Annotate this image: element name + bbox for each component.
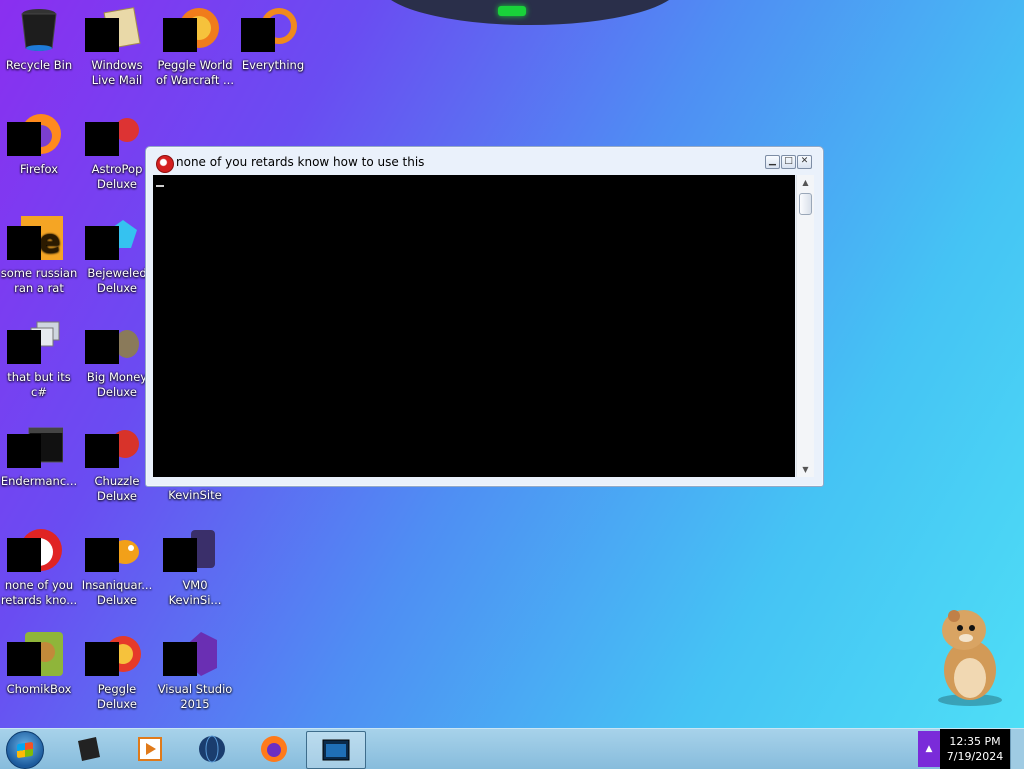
svg-text:e: e: [39, 222, 61, 260]
chomikbox-icon: [7, 630, 63, 678]
desktop-icon-windows-live-mail[interactable]: Windows Live Mail: [78, 6, 156, 88]
globe-icon: [199, 735, 225, 763]
vm-icon: [163, 526, 219, 574]
icon-label: Visual Studio 2015: [157, 682, 233, 711]
console-window[interactable]: none of you retards know how to use this…: [145, 146, 824, 487]
windows-stack-icon: [7, 318, 63, 366]
desktop-icon-that-but-csharp[interactable]: that but its c#: [0, 318, 78, 400]
red-white-circle-icon: [7, 526, 63, 574]
taskbar-item-globe[interactable]: [186, 731, 238, 767]
everything-search-icon: [241, 6, 297, 54]
desktop-icon-peggle-wow[interactable]: Peggle World of Warcraft ...: [156, 6, 234, 88]
icon-label: KevinSite: [168, 488, 222, 502]
system-clock[interactable]: 12:35 PM 7/19/2024: [940, 729, 1010, 769]
clock-time: 12:35 PM: [949, 735, 1001, 748]
window-title: none of you retards know how to use this: [176, 155, 425, 169]
icon-label: Peggle World of Warcraft ...: [156, 58, 234, 87]
desktop-icon-none-of-you[interactable]: none of you retards kno...: [0, 526, 78, 608]
black-box-app-icon: [78, 737, 100, 761]
fish-icon: [85, 526, 141, 574]
taskbar-item-firefox[interactable]: [248, 731, 300, 767]
taskbar: ▲ 12:35 PM 7/19/2024: [0, 728, 1024, 769]
chuzzle-icon: [85, 422, 141, 470]
desktop-top-notch: [380, 0, 680, 25]
window-titlebar[interactable]: none of you retards know how to use this…: [146, 147, 823, 174]
maximize-button[interactable]: □: [781, 155, 796, 169]
peggle-wow-icon: [163, 6, 219, 54]
console-app-icon: [7, 422, 64, 470]
firefox-icon: [7, 110, 63, 158]
icon-label: VM0 KevinSi...: [168, 578, 222, 607]
show-hidden-icons-button[interactable]: ▲: [918, 731, 940, 767]
close-button[interactable]: ✕: [797, 155, 812, 169]
console-window-icon: [322, 739, 350, 761]
icon-label: that but its c#: [7, 370, 71, 399]
desktop-icon-everything[interactable]: Everything: [234, 6, 312, 73]
icon-label: ChomikBox: [6, 682, 72, 696]
gem-icon: [85, 214, 141, 262]
desktop-icon-chomikbox[interactable]: ChomikBox: [0, 630, 78, 697]
money-bag-icon: [85, 318, 141, 366]
minimize-button[interactable]: ▁: [765, 155, 780, 169]
icon-label: none of you retards kno...: [0, 578, 78, 607]
taskbar-item-console[interactable]: [306, 731, 366, 769]
icon-label: Windows Live Mail: [91, 58, 143, 87]
icon-label: Insaniquar... Deluxe: [81, 578, 153, 607]
icon-label: Everything: [241, 58, 305, 72]
media-player-icon: [138, 737, 162, 761]
scroll-down-button[interactable]: ▼: [797, 462, 814, 477]
desktop-icon-recycle-bin[interactable]: Recycle Bin: [0, 6, 78, 73]
clock-date: 7/19/2024: [946, 750, 1004, 763]
text-cursor: [156, 185, 164, 187]
vertical-scrollbar[interactable]: ▲ ▼: [796, 175, 814, 477]
icon-label: Recycle Bin: [5, 58, 73, 72]
desktop-icon-firefox[interactable]: Firefox: [0, 110, 78, 177]
desktop-icon-visual-studio[interactable]: Visual Studio 2015: [156, 630, 234, 712]
adobe-e-icon: e: [7, 214, 63, 262]
desktop-icon-russian-rat[interactable]: e some russian ran a rat: [0, 214, 78, 296]
notch-indicator: [498, 6, 526, 16]
hamster-desktop-pet[interactable]: [930, 600, 1010, 710]
taskbar-item-app-1[interactable]: [62, 731, 114, 767]
icon-label: some russian ran a rat: [0, 266, 78, 295]
icon-label: Firefox: [19, 162, 59, 176]
firefox-icon: [261, 736, 287, 762]
icon-label: Peggle Deluxe: [97, 682, 137, 711]
show-desktop-button[interactable]: [1010, 729, 1024, 769]
mail-icon: [85, 6, 141, 54]
scroll-thumb[interactable]: [799, 193, 812, 215]
desktop-icon-vm0-kevinsite[interactable]: VM0 KevinSi...: [156, 526, 234, 608]
windows-logo-icon: [17, 741, 33, 759]
app-icon: [156, 155, 174, 173]
visual-studio-icon: [163, 630, 219, 678]
taskbar-item-media-player[interactable]: [124, 731, 176, 767]
start-button[interactable]: [6, 731, 44, 769]
scroll-up-button[interactable]: ▲: [797, 175, 814, 190]
recycle-bin-icon: [15, 6, 63, 54]
peggle-icon: [85, 630, 141, 678]
desktop-icon-insaniquarium[interactable]: Insaniquar... Deluxe: [78, 526, 156, 608]
desktop-icon-endermanc[interactable]: Endermanc...: [0, 422, 78, 489]
console-output[interactable]: [153, 175, 795, 477]
icon-label: Endermanc...: [0, 474, 78, 488]
astropop-icon: [85, 110, 141, 158]
desktop-icon-peggle[interactable]: Peggle Deluxe: [78, 630, 156, 712]
